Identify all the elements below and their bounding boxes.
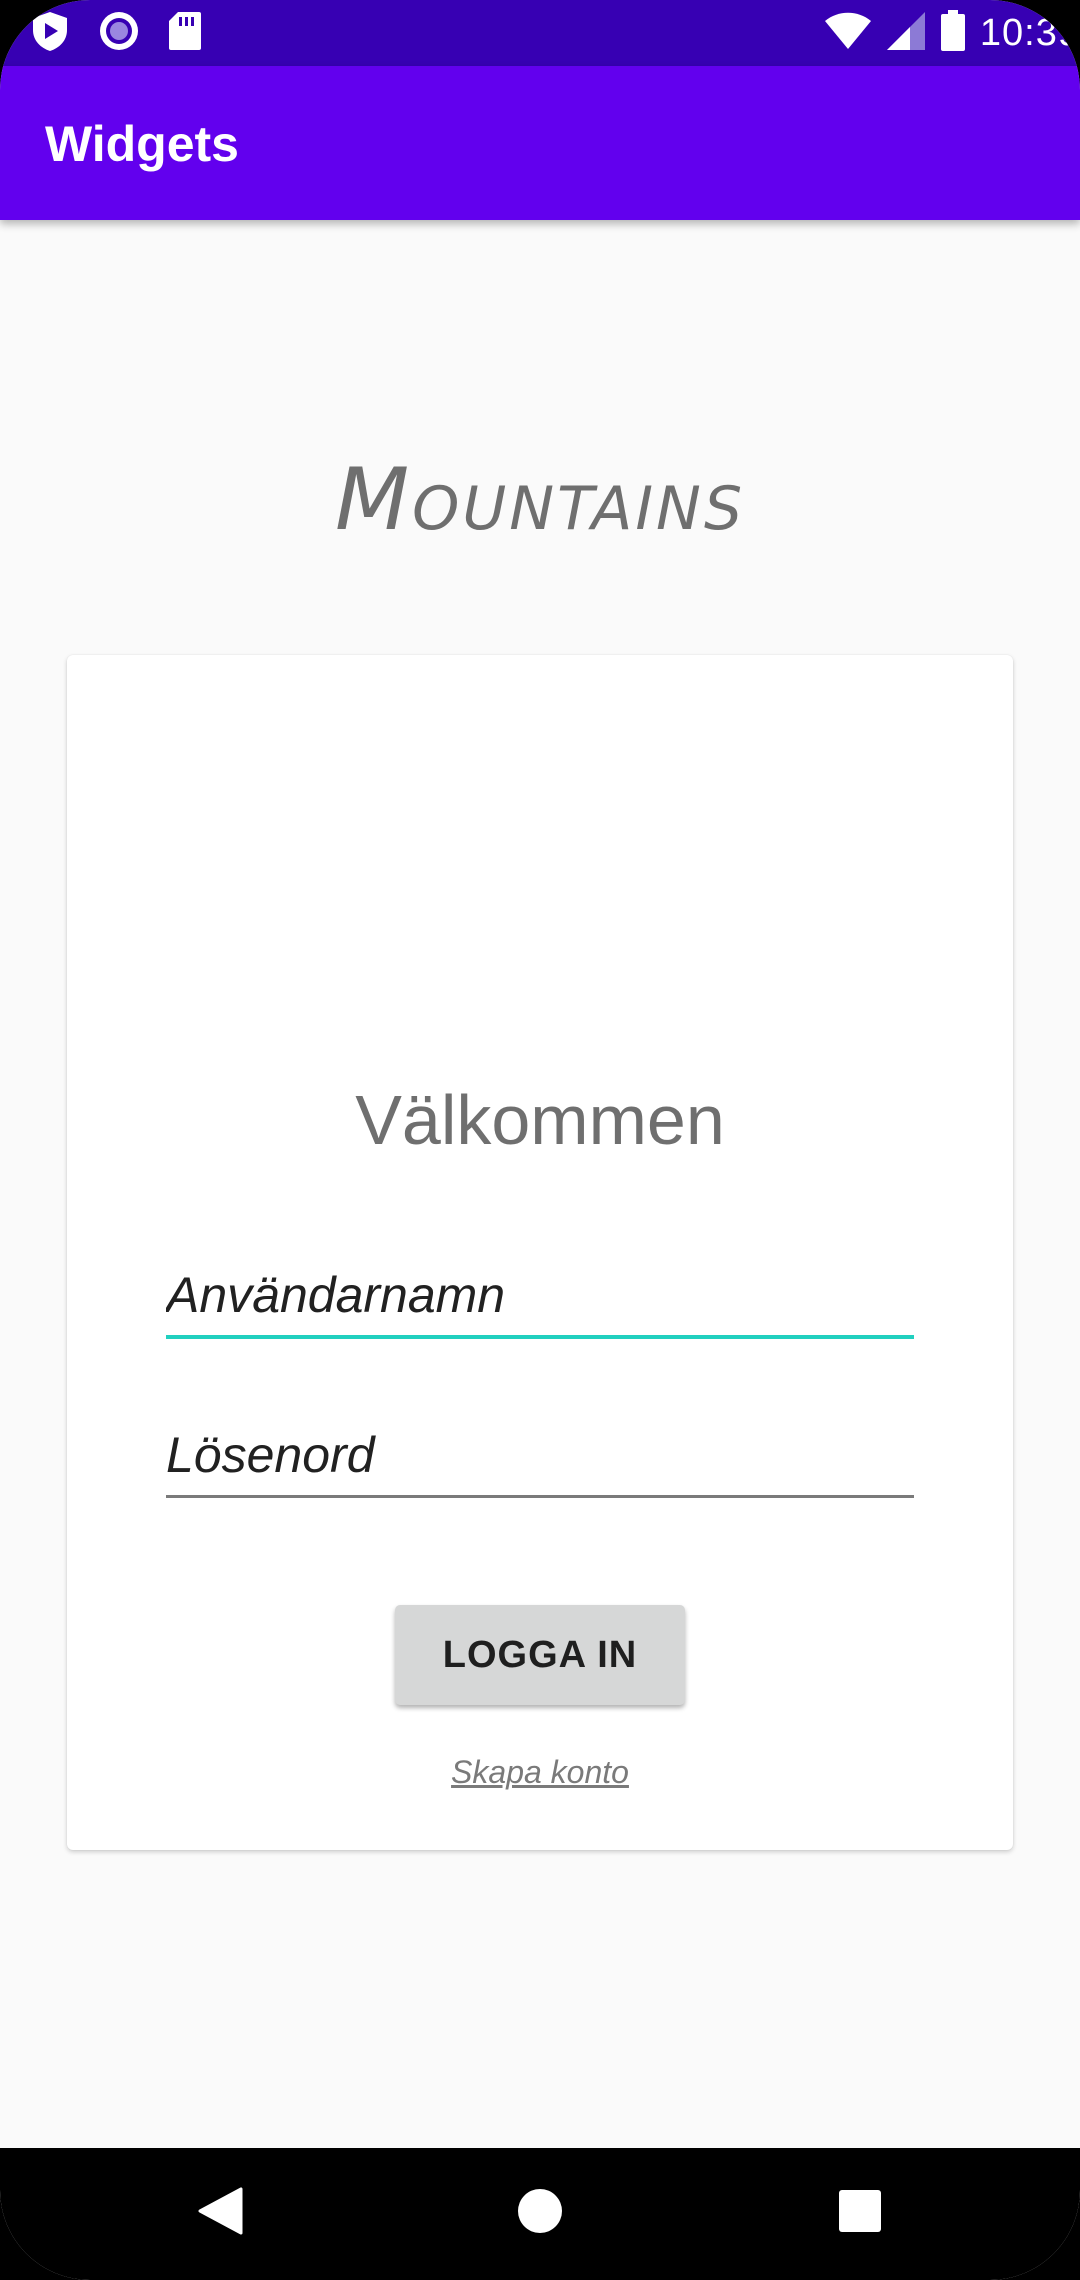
login-button[interactable]: LOGGA IN bbox=[395, 1605, 685, 1705]
recents-icon bbox=[838, 2189, 882, 2238]
status-bar: 10:39 bbox=[0, 0, 1080, 66]
password-field[interactable] bbox=[166, 1415, 914, 1498]
wifi-icon bbox=[824, 11, 872, 56]
navigation-bar bbox=[0, 2148, 1080, 2280]
create-account-link[interactable]: Skapa konto bbox=[67, 1752, 1013, 1792]
back-button[interactable] bbox=[170, 2168, 270, 2258]
circle-dot-icon bbox=[98, 10, 140, 57]
battery-icon bbox=[940, 9, 966, 57]
home-button[interactable] bbox=[490, 2168, 590, 2258]
app-title: Widgets bbox=[45, 116, 239, 172]
app-bar: Widgets bbox=[0, 66, 1080, 220]
home-icon bbox=[516, 2187, 564, 2240]
brand-title: Mountains bbox=[334, 450, 746, 550]
status-right-icons: 10:39 bbox=[824, 8, 1080, 58]
username-field[interactable] bbox=[166, 1255, 914, 1339]
sd-card-icon bbox=[168, 11, 202, 56]
play-protect-icon bbox=[30, 10, 70, 57]
welcome-heading: Välkommen bbox=[355, 1081, 725, 1159]
back-icon bbox=[197, 2187, 243, 2240]
app-screen: 10:39 Widgets Mountains Välkommen LOGGA … bbox=[0, 0, 1080, 2280]
signal-icon bbox=[886, 11, 926, 56]
recents-button[interactable] bbox=[810, 2168, 910, 2258]
status-time: 10:39 bbox=[979, 11, 1080, 54]
status-left-icons bbox=[30, 10, 202, 57]
login-card: Välkommen LOGGA IN Skapa konto bbox=[67, 655, 1013, 1850]
